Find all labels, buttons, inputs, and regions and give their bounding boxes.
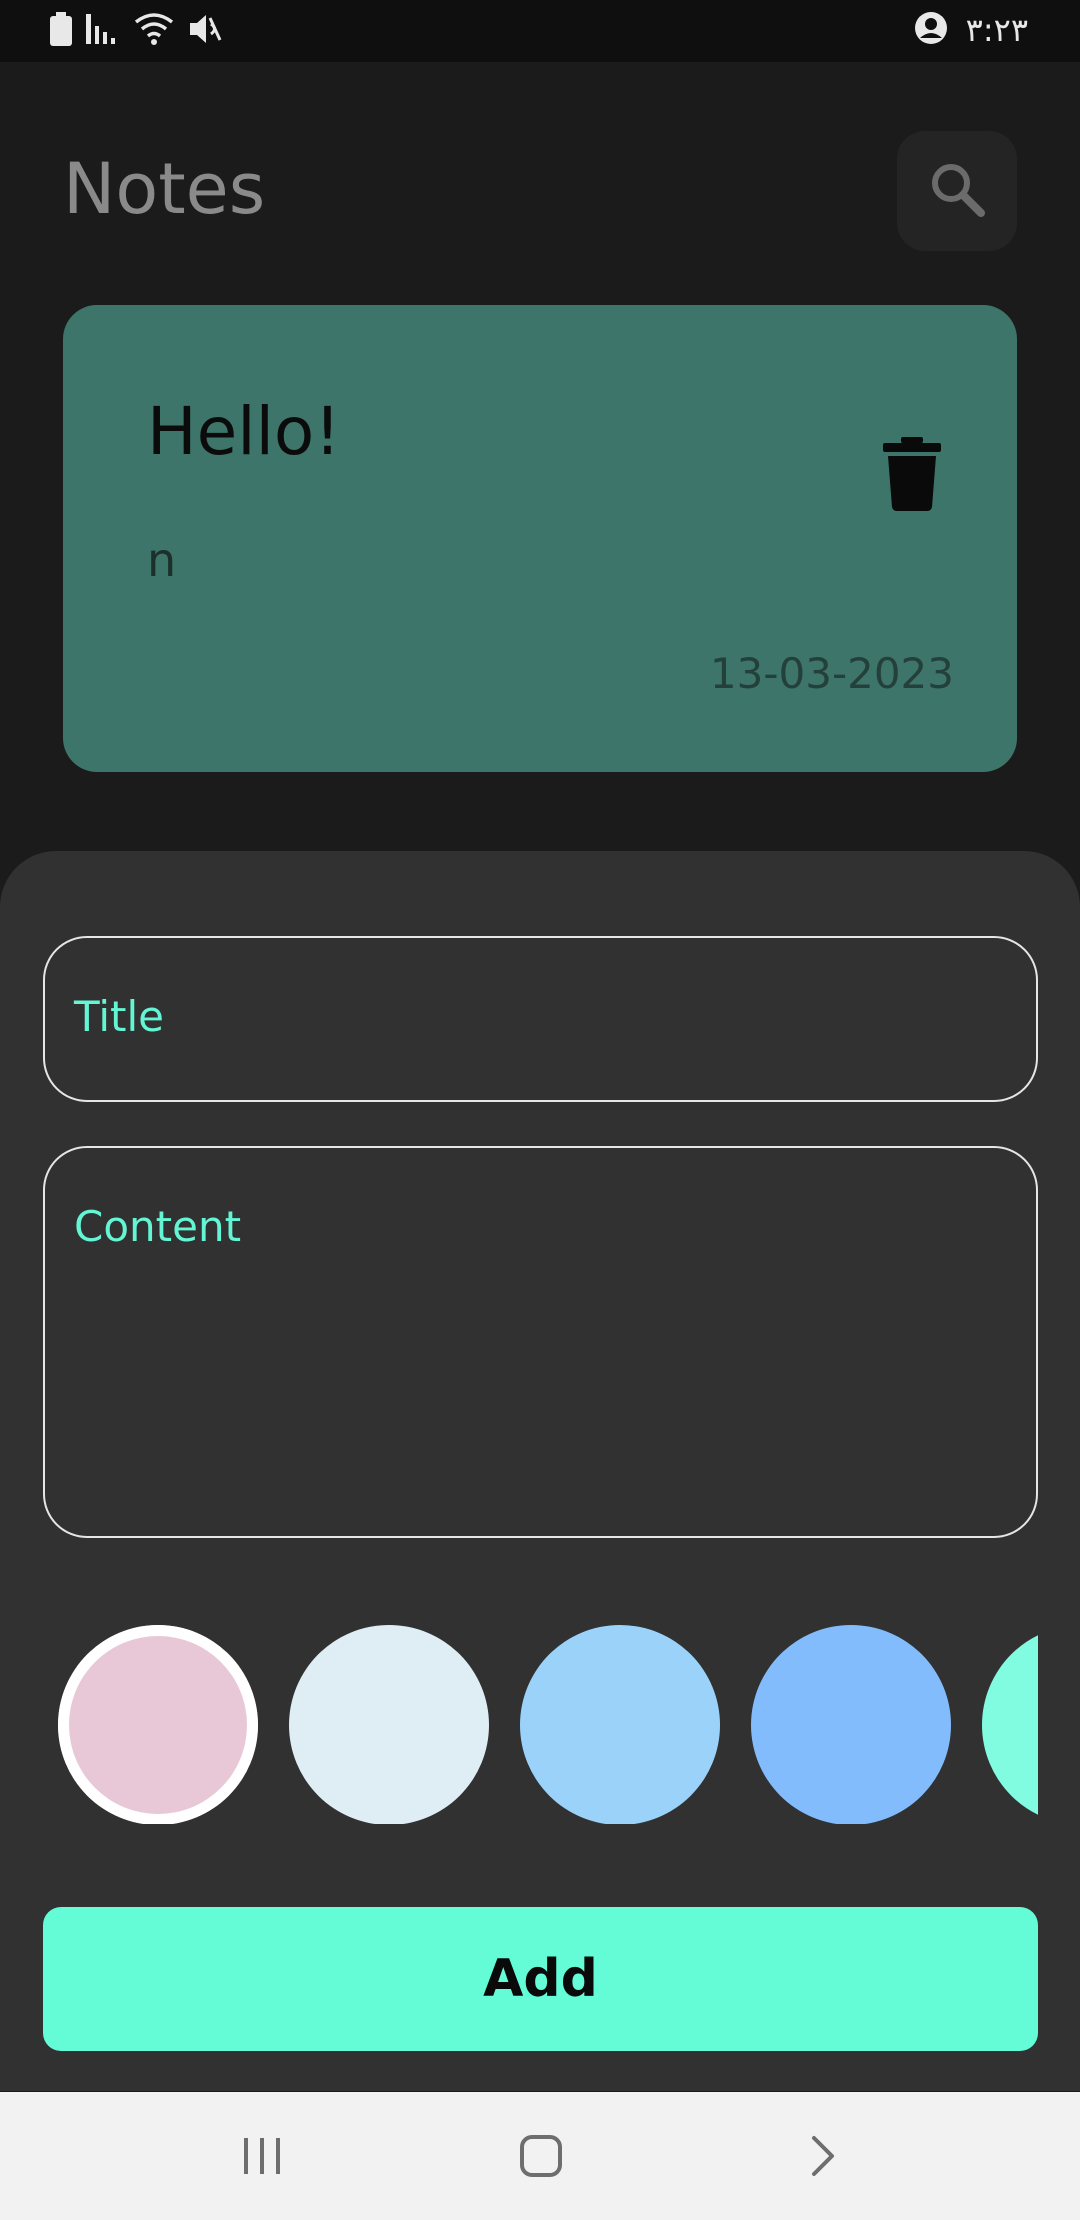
screen: ٣:٢٣ Notes Hello! n 13-03-2023 Title Con… <box>0 0 1080 2220</box>
wifi-icon <box>134 12 174 50</box>
note-date: 13-03-2023 <box>709 649 954 698</box>
battery-icon <box>50 12 72 50</box>
status-icons-right: ٣:٢٣ <box>914 10 1028 50</box>
note-content: n <box>147 533 177 587</box>
trash-icon[interactable] <box>881 437 943 511</box>
status-bar: ٣:٢٣ <box>0 0 1080 62</box>
title-field-label: Title <box>74 992 165 1041</box>
color-swatch[interactable] <box>58 1625 258 1824</box>
note-card[interactable]: Hello! n 13-03-2023 <box>63 305 1017 772</box>
add-button[interactable]: Add <box>43 1907 1038 2051</box>
add-note-sheet: Title Content Add <box>0 851 1080 2091</box>
color-swatch[interactable] <box>751 1625 951 1824</box>
color-picker <box>43 1620 1038 1824</box>
content-field[interactable]: Content <box>43 1146 1038 1538</box>
system-nav-bar <box>0 2092 1080 2220</box>
back-icon[interactable] <box>793 2126 853 2186</box>
status-icons-left <box>50 12 222 50</box>
search-button[interactable] <box>897 131 1017 251</box>
search-icon <box>927 159 987 223</box>
mute-icon <box>188 12 222 50</box>
color-swatch[interactable] <box>520 1625 720 1824</box>
recents-icon[interactable] <box>232 2126 292 2186</box>
color-swatch[interactable] <box>982 1625 1038 1824</box>
account-icon <box>914 11 948 49</box>
page-title: Notes <box>63 148 266 230</box>
signal-icon <box>86 12 120 50</box>
note-title: Hello! <box>147 393 341 470</box>
status-time: ٣:٢٣ <box>965 11 1028 49</box>
color-swatch[interactable] <box>289 1625 489 1824</box>
title-field[interactable]: Title <box>43 936 1038 1102</box>
content-field-label: Content <box>74 1202 242 1251</box>
home-icon[interactable] <box>511 2126 571 2186</box>
